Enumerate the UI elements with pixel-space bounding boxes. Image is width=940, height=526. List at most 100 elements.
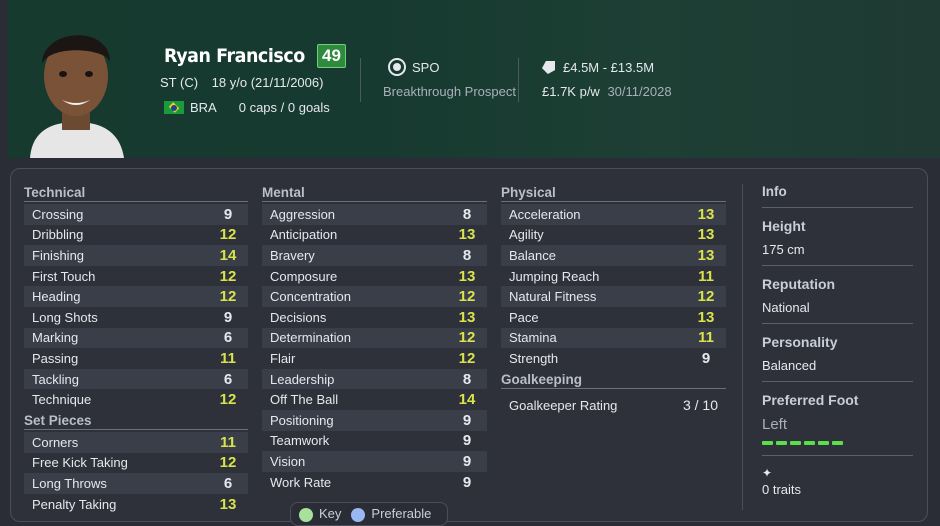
attribute-row[interactable]: Anticipation 13 [262,225,487,246]
attribute-value: 11 [698,267,714,285]
attribute-value: 9 [701,349,711,367]
attribute-row[interactable]: Finishing 14 [24,245,248,266]
brazil-flag-icon [164,101,184,114]
attribute-row[interactable]: Agility 13 [501,225,726,246]
attribute-row[interactable]: Passing 11 [24,348,248,369]
attribute-row[interactable]: Dribbling 12 [24,225,248,246]
attribute-row[interactable]: Work Rate 9 [262,472,487,493]
contract-expiry: 30/11/2028 [607,84,672,99]
attribute-value: 13 [458,226,476,244]
position-age-row: ST (C) 18 y/o (21/11/2006) [160,75,333,90]
section-title: Set Pieces [24,412,248,430]
attribute-value: 6 [223,474,233,492]
attribute-row[interactable]: Acceleration 13 [501,204,726,225]
attribute-row[interactable]: Heading 12 [24,286,248,307]
attribute-row[interactable]: Long Throws 6 [24,473,248,494]
attribute-row[interactable]: Marking 6 [24,327,248,349]
attribute-row[interactable]: Jumping Reach 11 [501,266,726,287]
attribute-row[interactable]: Technique 12 [24,389,248,410]
goalkeeper-rating-row: Goalkeeper Rating 3 / 10 [501,395,726,416]
attribute-row[interactable]: Balance 13 [501,245,726,266]
mental-section: Mental Aggression 8 Anticipation 13 Bravery 8… [262,184,487,492]
attribute-row[interactable]: Strength 9 [501,348,726,369]
attribute-row[interactable]: Concentration 12 [262,286,487,307]
attribute-row[interactable]: Tackling 6 [24,368,248,390]
attribute-value: 9 [223,205,233,223]
attribute-label: Dribbling [32,227,84,243]
name-row: Ryan Francisco 49 [164,44,346,68]
attribute-value: 12 [219,226,237,244]
attribute-value: 6 [223,370,233,388]
attribute-label: Off The Ball [270,392,339,408]
attribute-row[interactable]: Free Kick Taking 12 [24,453,248,474]
foot-strength-bar [762,441,913,445]
attribute-row[interactable]: Corners 11 [24,431,248,453]
transfer-value: £4.5M - £13.5M [542,60,654,75]
attribute-label: Tackling [32,371,79,387]
traits-count[interactable]: 0 traits [762,482,913,497]
attribute-label: Pace [509,309,539,325]
attribute-label: Long Shots [32,309,98,325]
legend-preferable: Preferable [351,506,431,522]
attribute-value: 8 [462,205,472,223]
attribute-row[interactable]: Flair 12 [262,348,487,369]
section-title: Physical [501,184,726,202]
attribute-value: 13 [458,267,476,285]
attribute-value: 9 [462,452,472,470]
attribute-row[interactable]: Positioning 9 [262,409,487,431]
attribute-row[interactable]: Determination 12 [262,327,487,349]
attribute-value: 12 [219,267,237,285]
attribute-row[interactable]: Bravery 8 [262,245,487,266]
attribute-row[interactable]: Natural Fitness 12 [501,286,726,307]
attribute-label: Acceleration [509,206,581,222]
preferred-foot: Left [762,416,913,456]
attribute-row[interactable]: Teamwork 9 [262,431,487,452]
club[interactable]: SPO [388,58,439,76]
attribute-value: 12 [219,391,237,409]
attribute-label: Heading [32,289,81,305]
attribute-value: 9 [462,473,472,491]
attribute-row[interactable]: Penalty Taking 13 [24,494,248,515]
attribute-value: 9 [462,411,472,429]
attribute-label: Flair [270,350,296,366]
attribute-row[interactable]: Leadership 8 [262,368,487,390]
attribute-label: Penalty Taking [32,496,117,512]
attribute-label: Composure [270,268,338,284]
attribute-row[interactable]: Decisions 13 [262,307,487,328]
attribute-label: Teamwork [270,433,330,449]
player-header: Ryan Francisco 49 ST (C) 18 y/o (21/11/2… [8,0,940,158]
attribute-value: 9 [223,308,233,326]
attribute-label: Jumping Reach [509,268,600,284]
attribute-label: Passing [32,350,79,366]
attribute-legend: Key Preferable [290,502,448,526]
attribute-label: Marking [32,330,79,346]
attribute-label: Decisions [270,309,327,325]
attribute-value: 6 [223,329,233,347]
attribute-row[interactable]: Crossing 9 [24,204,248,225]
attribute-row[interactable]: Off The Ball 14 [262,389,487,410]
key-dot-icon [299,507,313,522]
attribute-label: Balance [509,247,556,263]
attribute-row[interactable]: Aggression 8 [262,204,487,225]
player-age: 18 y/o (21/11/2006) [211,75,324,90]
legend-key: Key [299,506,341,522]
attribute-row[interactable]: First Touch 12 [24,266,248,287]
info-title: Info [762,184,913,208]
attribute-row[interactable]: Pace 13 [501,307,726,328]
attribute-row[interactable]: Long Shots 9 [24,307,248,328]
attribute-value: 13 [697,246,715,264]
attribute-label: Technique [32,392,92,408]
player-position: ST (C) [160,75,199,90]
attribute-label: Aggression [270,206,336,222]
technical-section: Technical Crossing 9 Dribbling 12 Finishing 1… [24,184,248,514]
attribute-row[interactable]: Composure 13 [262,266,487,287]
attribute-row[interactable]: Vision 9 [262,451,487,472]
attribute-label: Vision [270,453,306,469]
preferable-dot-icon [351,507,366,522]
info-section: Info Height 175 cm Reputation National P… [762,184,913,497]
attribute-value: 12 [219,454,237,472]
reputation-value: National [762,300,913,324]
attribute-row[interactable]: Stamina 11 [501,327,726,349]
attribute-label: Work Rate [270,474,332,490]
attribute-value: 11 [698,329,714,347]
